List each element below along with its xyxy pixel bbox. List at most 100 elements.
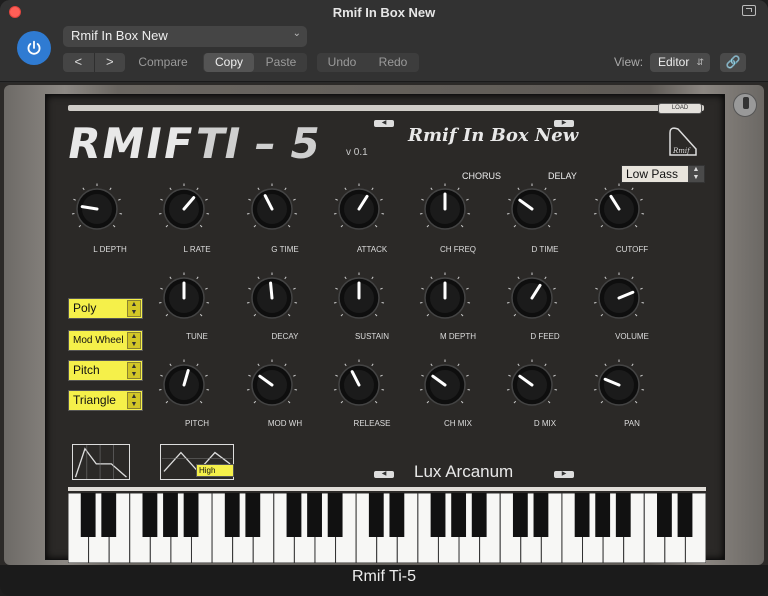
knob-label: VOLUME [615, 332, 649, 341]
preset-name: Rmif In Box New [71, 28, 168, 43]
synth-panel: LOAD ◀ ▶ RMIF TI – 5 v 0.1 Rmif In Box N… [45, 94, 725, 563]
knob-release[interactable] [333, 359, 385, 411]
knob-label: D TIME [531, 245, 559, 254]
keyboard-strip [68, 487, 706, 491]
filter-type-select[interactable]: Low Pass ▲ ▼ [621, 165, 705, 183]
view-value: Editor [658, 55, 690, 69]
knob-pan[interactable] [593, 359, 645, 411]
knob-g-time[interactable] [246, 183, 298, 235]
updown-icon: ▲ ▼ [127, 362, 141, 379]
close-button[interactable] [9, 6, 21, 18]
updown-icon: ⇵ [696, 57, 704, 67]
load-button[interactable]: LOAD [658, 103, 702, 114]
knob-cutoff[interactable] [593, 183, 645, 235]
expand-icon[interactable] [742, 5, 756, 16]
filter-type-value: Low Pass [626, 167, 679, 181]
plugin-name-footer: Rmif Ti-5 [352, 568, 416, 585]
knob-label: TUNE [186, 332, 208, 341]
footer-bar: Rmif Ti-5 [0, 565, 768, 596]
mod-source-select[interactable]: Mod Wheel ▲ ▼ [68, 330, 143, 351]
voice-mode-select[interactable]: Poly ▲ ▼ [68, 298, 143, 319]
link-icon: 🔗 [725, 55, 741, 69]
knob-mod-wh[interactable] [246, 359, 298, 411]
knob-ch-mix[interactable] [419, 359, 471, 411]
lfo-range-select[interactable]: High [196, 464, 234, 477]
compare-button[interactable]: Compare [132, 53, 194, 72]
knob-m-depth[interactable] [419, 272, 471, 324]
previous-preset-button[interactable]: < [63, 53, 94, 72]
undo-button[interactable]: Undo [318, 53, 366, 72]
window-title: Rmif In Box New [332, 4, 436, 20]
knob-label: D MIX [533, 419, 557, 428]
updown-icon: ▲ ▼ [688, 166, 704, 182]
knob-label: RELEASE [353, 419, 391, 428]
copy-button[interactable]: Copy [204, 53, 254, 72]
knob-d-feed[interactable] [506, 272, 558, 324]
knob-label: CUTOFF [615, 245, 649, 254]
lfo-range-value: High [199, 466, 216, 475]
envelope-shape-icon [72, 444, 130, 480]
knob-volume[interactable] [593, 272, 645, 324]
prev-preset-arrow[interactable]: ◀ [374, 120, 394, 127]
mod-source-value: Mod Wheel [73, 335, 124, 346]
lfo-shape-value: Triangle [73, 393, 116, 407]
next-patch-arrow[interactable]: ▶ [554, 471, 574, 478]
knob-label: D FEED [530, 332, 560, 341]
plugin-window: Rmif In Box New Rmif In Box New ⌄ < > Co… [0, 0, 768, 596]
preset-select[interactable]: Rmif In Box New ⌄ [63, 26, 307, 47]
knob-tune[interactable] [158, 272, 210, 324]
delay-section-label: DELAY [548, 171, 577, 181]
piano-logo-icon: Rmif [669, 127, 697, 156]
knob-label: MOD WH [267, 419, 303, 428]
lfo-shape-select[interactable]: Triangle ▲ ▼ [68, 390, 143, 411]
chevron-down-icon: ⌄ [292, 28, 301, 39]
power-icon [27, 40, 41, 55]
version-label: v 0.1 [346, 147, 368, 158]
view-select[interactable]: Editor ⇵ [650, 53, 710, 72]
knob-label: ATTACK [356, 245, 388, 254]
chorus-section-label: CHORUS [462, 171, 502, 181]
knob-sustain[interactable] [333, 272, 385, 324]
mod-target-value: Pitch [73, 363, 100, 377]
updown-icon: ▲ ▼ [127, 300, 141, 317]
link-button[interactable]: 🔗 [720, 53, 746, 72]
title-bar: Rmif In Box New [0, 0, 768, 24]
knob-label: L DEPTH [93, 245, 127, 254]
patch-name: Lux Arcanum [414, 462, 514, 481]
switch-toggle[interactable] [733, 93, 757, 117]
piano-keyboard[interactable] [68, 493, 706, 563]
view-label: View: [614, 55, 644, 69]
prev-patch-arrow[interactable]: ◀ [374, 471, 394, 478]
knob-label: SUSTAIN [354, 332, 390, 341]
knob-label: L RATE [183, 245, 211, 254]
brand-logo: RMIF [63, 119, 199, 168]
svg-text:Rmif: Rmif [672, 147, 691, 155]
knob-attack[interactable] [333, 183, 385, 235]
knob-label: DECAY [271, 332, 299, 341]
plugin-toolbar: Rmif In Box New ⌄ < > Compare Copy Paste… [0, 24, 768, 82]
load-bar [68, 105, 704, 111]
plugin-area: LOAD ◀ ▶ RMIF TI – 5 v 0.1 Rmif In Box N… [0, 83, 768, 565]
knob-decay[interactable] [246, 272, 298, 324]
knob-l-depth[interactable] [71, 183, 123, 235]
knob-d-time[interactable] [506, 183, 558, 235]
knob-label: CH FREQ [440, 245, 476, 254]
next-preset-button[interactable]: > [93, 53, 126, 72]
knob-label: PITCH [185, 419, 209, 428]
knob-l-rate[interactable] [158, 183, 210, 235]
preset-nav: < > [63, 53, 125, 72]
paste-button[interactable]: Paste [256, 53, 306, 72]
knob-label: CH MIX [444, 419, 472, 428]
mod-target-select[interactable]: Pitch ▲ ▼ [68, 360, 143, 381]
updown-icon: ▲ ▼ [127, 332, 141, 349]
knob-pitch[interactable] [158, 359, 210, 411]
knob-ch-freq[interactable] [419, 183, 471, 235]
knob-d-mix[interactable] [506, 359, 558, 411]
knob-label: M DEPTH [440, 332, 476, 341]
voice-mode-value: Poly [73, 301, 97, 315]
redo-button[interactable]: Redo [368, 53, 418, 72]
knob-label: G TIME [271, 245, 299, 254]
power-button[interactable] [17, 31, 51, 65]
knob-label: PAN [624, 419, 640, 428]
preset-script-title: Rmif In Box New [408, 125, 579, 146]
